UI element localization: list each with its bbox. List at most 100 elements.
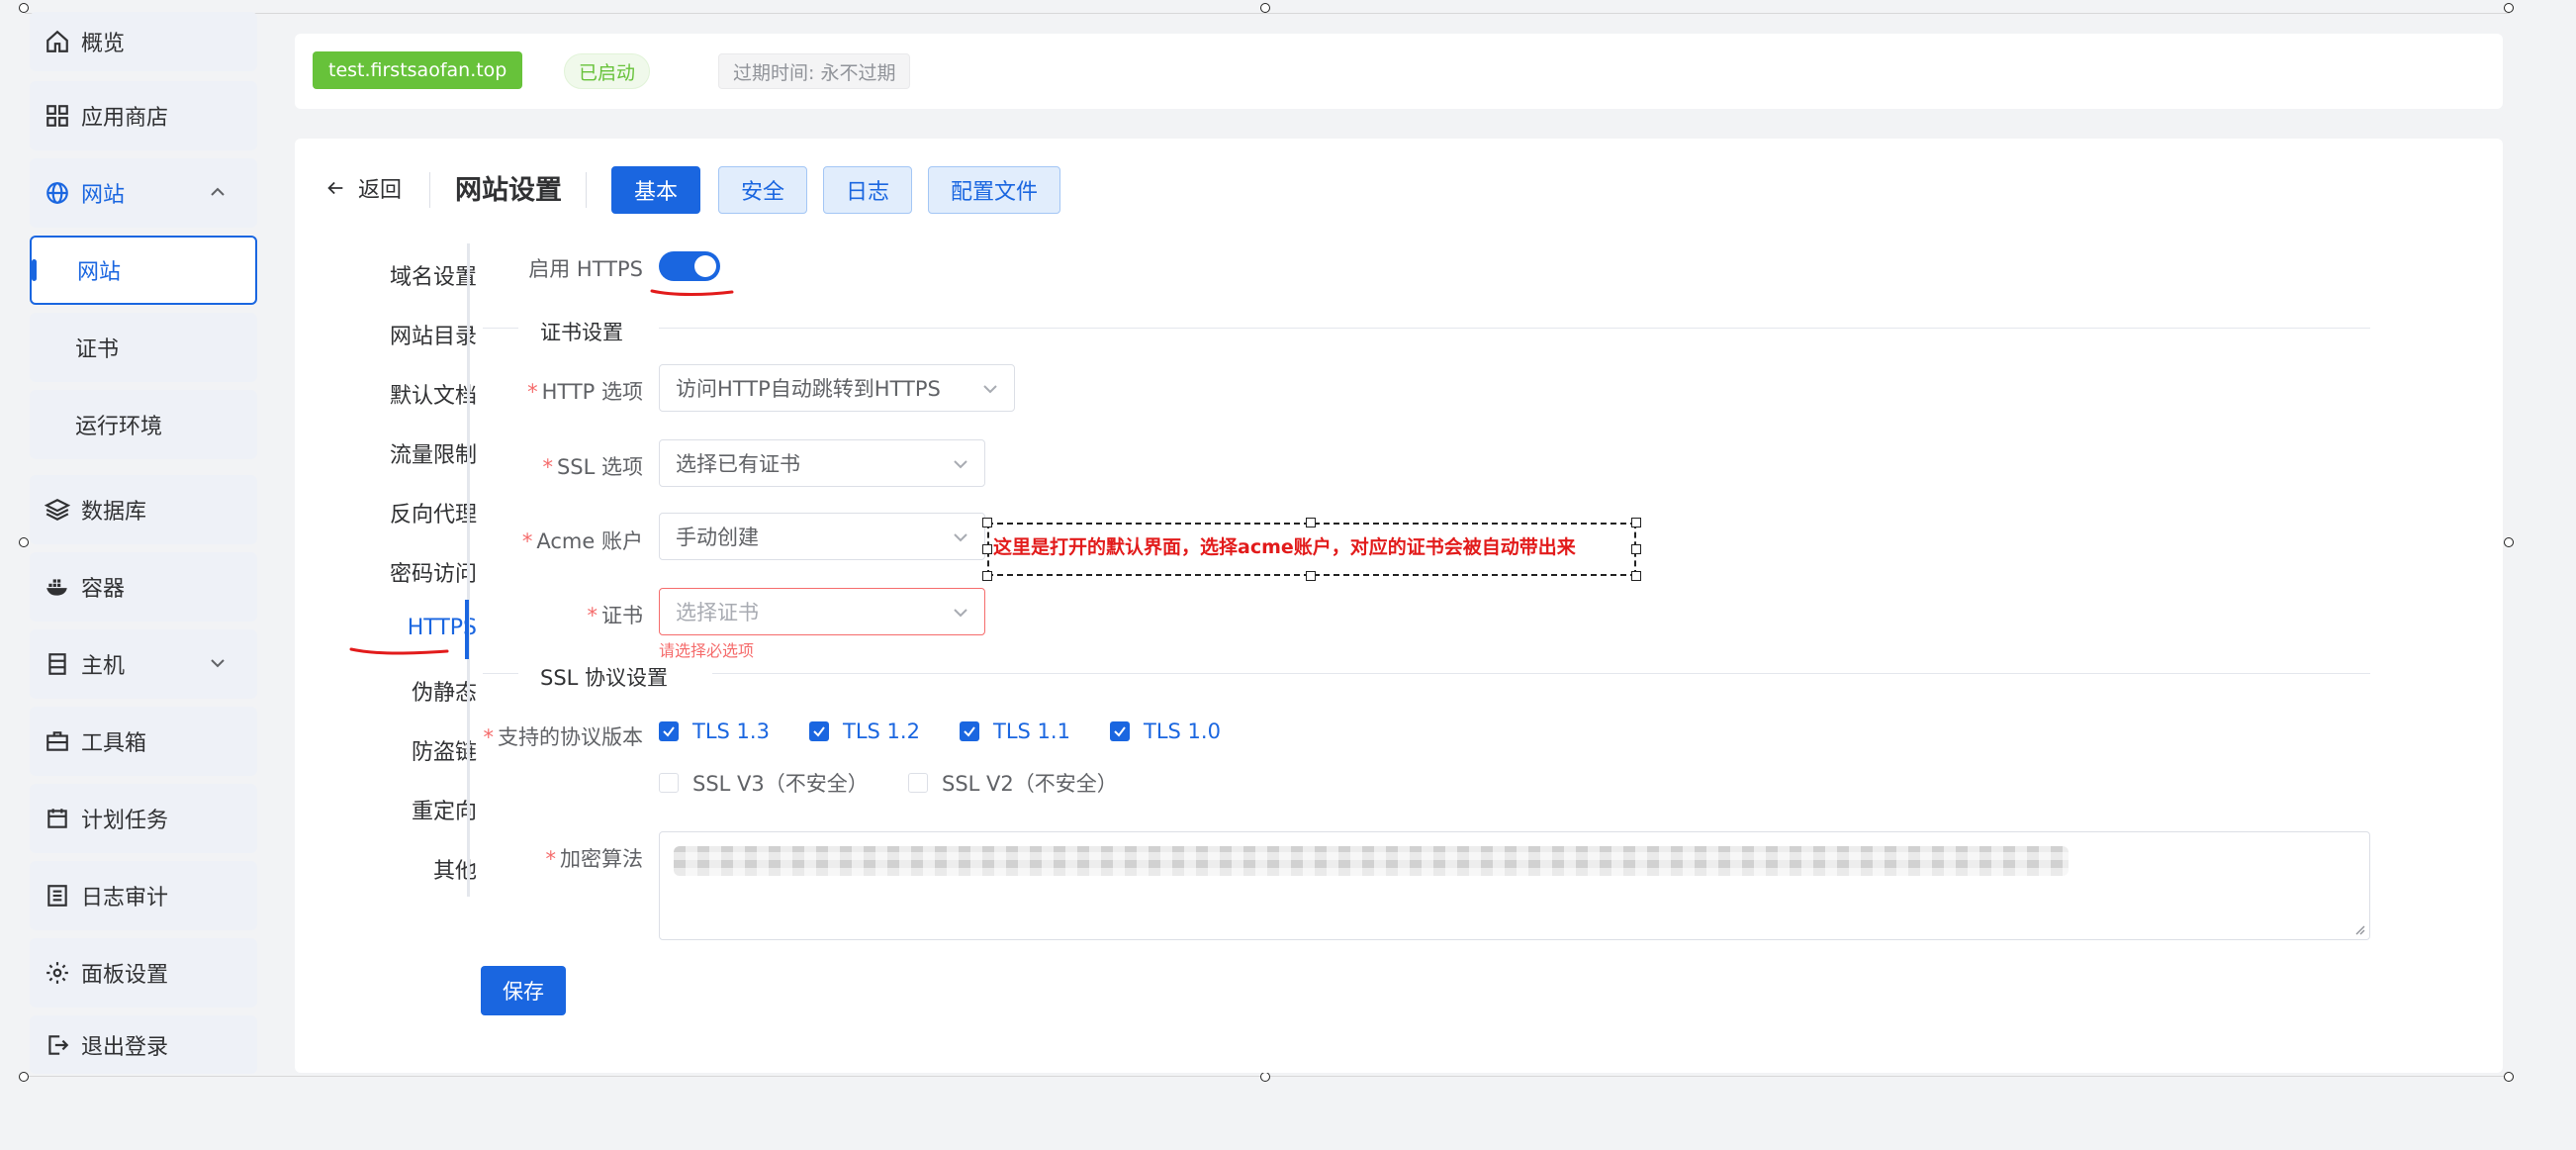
arrow-left-icon: [327, 181, 343, 195]
enable-https-label: 启用 HTTPS: [528, 257, 643, 281]
nav-overview[interactable]: 概览: [30, 12, 257, 71]
nav-app-store[interactable]: 应用商店: [30, 81, 257, 150]
certificate-select[interactable]: 选择证书: [659, 588, 985, 635]
sidebar-item-runtime[interactable]: 运行环境: [30, 390, 257, 459]
toolbox-icon: [44, 727, 71, 755]
menu-item-site-dir[interactable]: 网站目录: [390, 319, 477, 350]
gear-icon: [44, 959, 71, 987]
resize-handle[interactable]: [2504, 1072, 2514, 1082]
nav-label: 概览: [81, 32, 126, 56]
annotation-handle[interactable]: [982, 518, 992, 527]
cipher-textarea[interactable]: [659, 831, 2370, 940]
acme-account-label: * Acme 账户: [521, 529, 643, 553]
protocol-label: * 支持的协议版本: [483, 725, 644, 749]
certificate-label: * 证书: [587, 604, 644, 627]
tls12-checkbox[interactable]: TLS 1.2: [809, 719, 920, 743]
globe-icon: [44, 179, 71, 207]
annotation-handle[interactable]: [1631, 518, 1641, 527]
back-button[interactable]: 返回: [324, 172, 402, 204]
tls13-checkbox[interactable]: TLS 1.3: [659, 719, 770, 743]
annotation-note: 这里是打开的默认界面，选择acme账户，对应的证书会被自动带出来: [993, 536, 1576, 558]
menu-item-default-doc[interactable]: 默认文档: [390, 378, 477, 410]
resize-handle[interactable]: [2504, 537, 2514, 547]
checkbox-empty: [908, 773, 928, 793]
nav-label: 容器: [81, 577, 126, 602]
tab-log[interactable]: 日志: [823, 166, 913, 214]
resize-grip-icon[interactable]: [2353, 923, 2365, 935]
list-icon: [44, 882, 71, 910]
nav-logout[interactable]: 退出登录: [30, 1015, 257, 1074]
resize-handle[interactable]: [2504, 3, 2514, 13]
red-underline-annotation: [650, 289, 734, 296]
nav-cron[interactable]: 计划任务: [30, 784, 257, 853]
server-icon: [44, 650, 71, 678]
select-value: 访问HTTP自动跳转到HTTPS: [676, 377, 941, 401]
chevron-down-icon: [954, 609, 967, 618]
resize-handle[interactable]: [19, 537, 29, 547]
nav-host[interactable]: 主机: [30, 629, 257, 699]
nav-log-audit[interactable]: 日志审计: [30, 861, 257, 930]
docker-icon: [44, 573, 71, 601]
nav-website-group[interactable]: 网站: [30, 158, 257, 228]
nav-label: 网站: [81, 183, 126, 208]
protocol-section-title: SSL 协议设置: [540, 666, 669, 690]
check-icon: [809, 721, 829, 741]
resize-handle[interactable]: [1260, 1072, 1270, 1082]
expire-badge: 过期时间: 永不过期: [718, 53, 911, 89]
sslv2-checkbox[interactable]: SSL V2（不安全）: [908, 768, 1118, 798]
domain-tag: test.firstsaofan.top: [313, 51, 523, 89]
nav-label: 网站: [77, 260, 122, 285]
https-toggle[interactable]: [659, 251, 720, 281]
nav-database[interactable]: 数据库: [30, 475, 257, 544]
menu-border: [467, 243, 470, 897]
resize-handle[interactable]: [19, 1072, 29, 1082]
divider: [659, 328, 2370, 329]
annotation-handle[interactable]: [1306, 518, 1316, 527]
sidebar-item-certificate[interactable]: 证书: [30, 313, 257, 382]
redacted-cipher-text: [674, 846, 2069, 876]
annotation-handle[interactable]: [1306, 571, 1316, 581]
resize-handle[interactable]: [1260, 3, 1270, 13]
tab-config-file[interactable]: 配置文件: [928, 166, 1061, 214]
tab-security[interactable]: 安全: [718, 166, 808, 214]
acme-account-select[interactable]: 手动创建: [659, 513, 985, 560]
sidebar-item-website[interactable]: 网站: [30, 236, 257, 305]
nav-label: 主机: [81, 654, 126, 679]
nav-label: 面板设置: [81, 963, 169, 988]
menu-item-domain[interactable]: 域名设置: [390, 259, 477, 291]
ssl-option-select[interactable]: 选择已有证书: [659, 439, 985, 487]
resize-handle[interactable]: [19, 3, 29, 13]
nav-label: 计划任务: [81, 809, 169, 833]
annotation-handle[interactable]: [982, 571, 992, 581]
divider: [483, 328, 518, 329]
page-title: 网站设置: [455, 175, 562, 206]
chevron-down-icon: [983, 385, 997, 394]
status-badge: 已启动: [564, 53, 651, 89]
check-icon: [659, 721, 679, 741]
save-button[interactable]: 保存: [481, 966, 566, 1015]
nav-container[interactable]: 容器: [30, 552, 257, 622]
http-option-select[interactable]: 访问HTTP自动跳转到HTTPS: [659, 364, 1015, 412]
menu-item-traffic-limit[interactable]: 流量限制: [390, 437, 477, 469]
checkbox-empty: [659, 773, 679, 793]
nav-toolbox[interactable]: 工具箱: [30, 707, 257, 776]
chevron-down-icon: [954, 533, 967, 542]
sslv3-checkbox[interactable]: SSL V3（不安全）: [659, 768, 869, 798]
tls10-checkbox[interactable]: TLS 1.0: [1110, 719, 1221, 743]
sidebar: 概览 应用商店 网站 网站 证书 运行环境 数据库 容器 主机 工具箱 计划任务: [30, 12, 257, 1074]
nav-panel-settings[interactable]: 面板设置: [30, 938, 257, 1007]
back-label: 返回: [358, 178, 403, 203]
annotation-handle[interactable]: [982, 544, 992, 554]
menu-item-password-access[interactable]: 密码访问: [390, 556, 477, 588]
annotation-handle[interactable]: [1631, 571, 1641, 581]
tls11-checkbox[interactable]: TLS 1.1: [960, 719, 1070, 743]
nav-label: 证书: [75, 337, 120, 362]
select-value: 选择已有证书: [676, 452, 800, 476]
check-icon: [1110, 721, 1130, 741]
check-icon: [960, 721, 979, 741]
menu-item-reverse-proxy[interactable]: 反向代理: [390, 497, 477, 528]
divider: [483, 673, 518, 674]
annotation-handle[interactable]: [1631, 544, 1641, 554]
red-underline-annotation: [349, 647, 449, 655]
tab-basic[interactable]: 基本: [611, 166, 701, 214]
